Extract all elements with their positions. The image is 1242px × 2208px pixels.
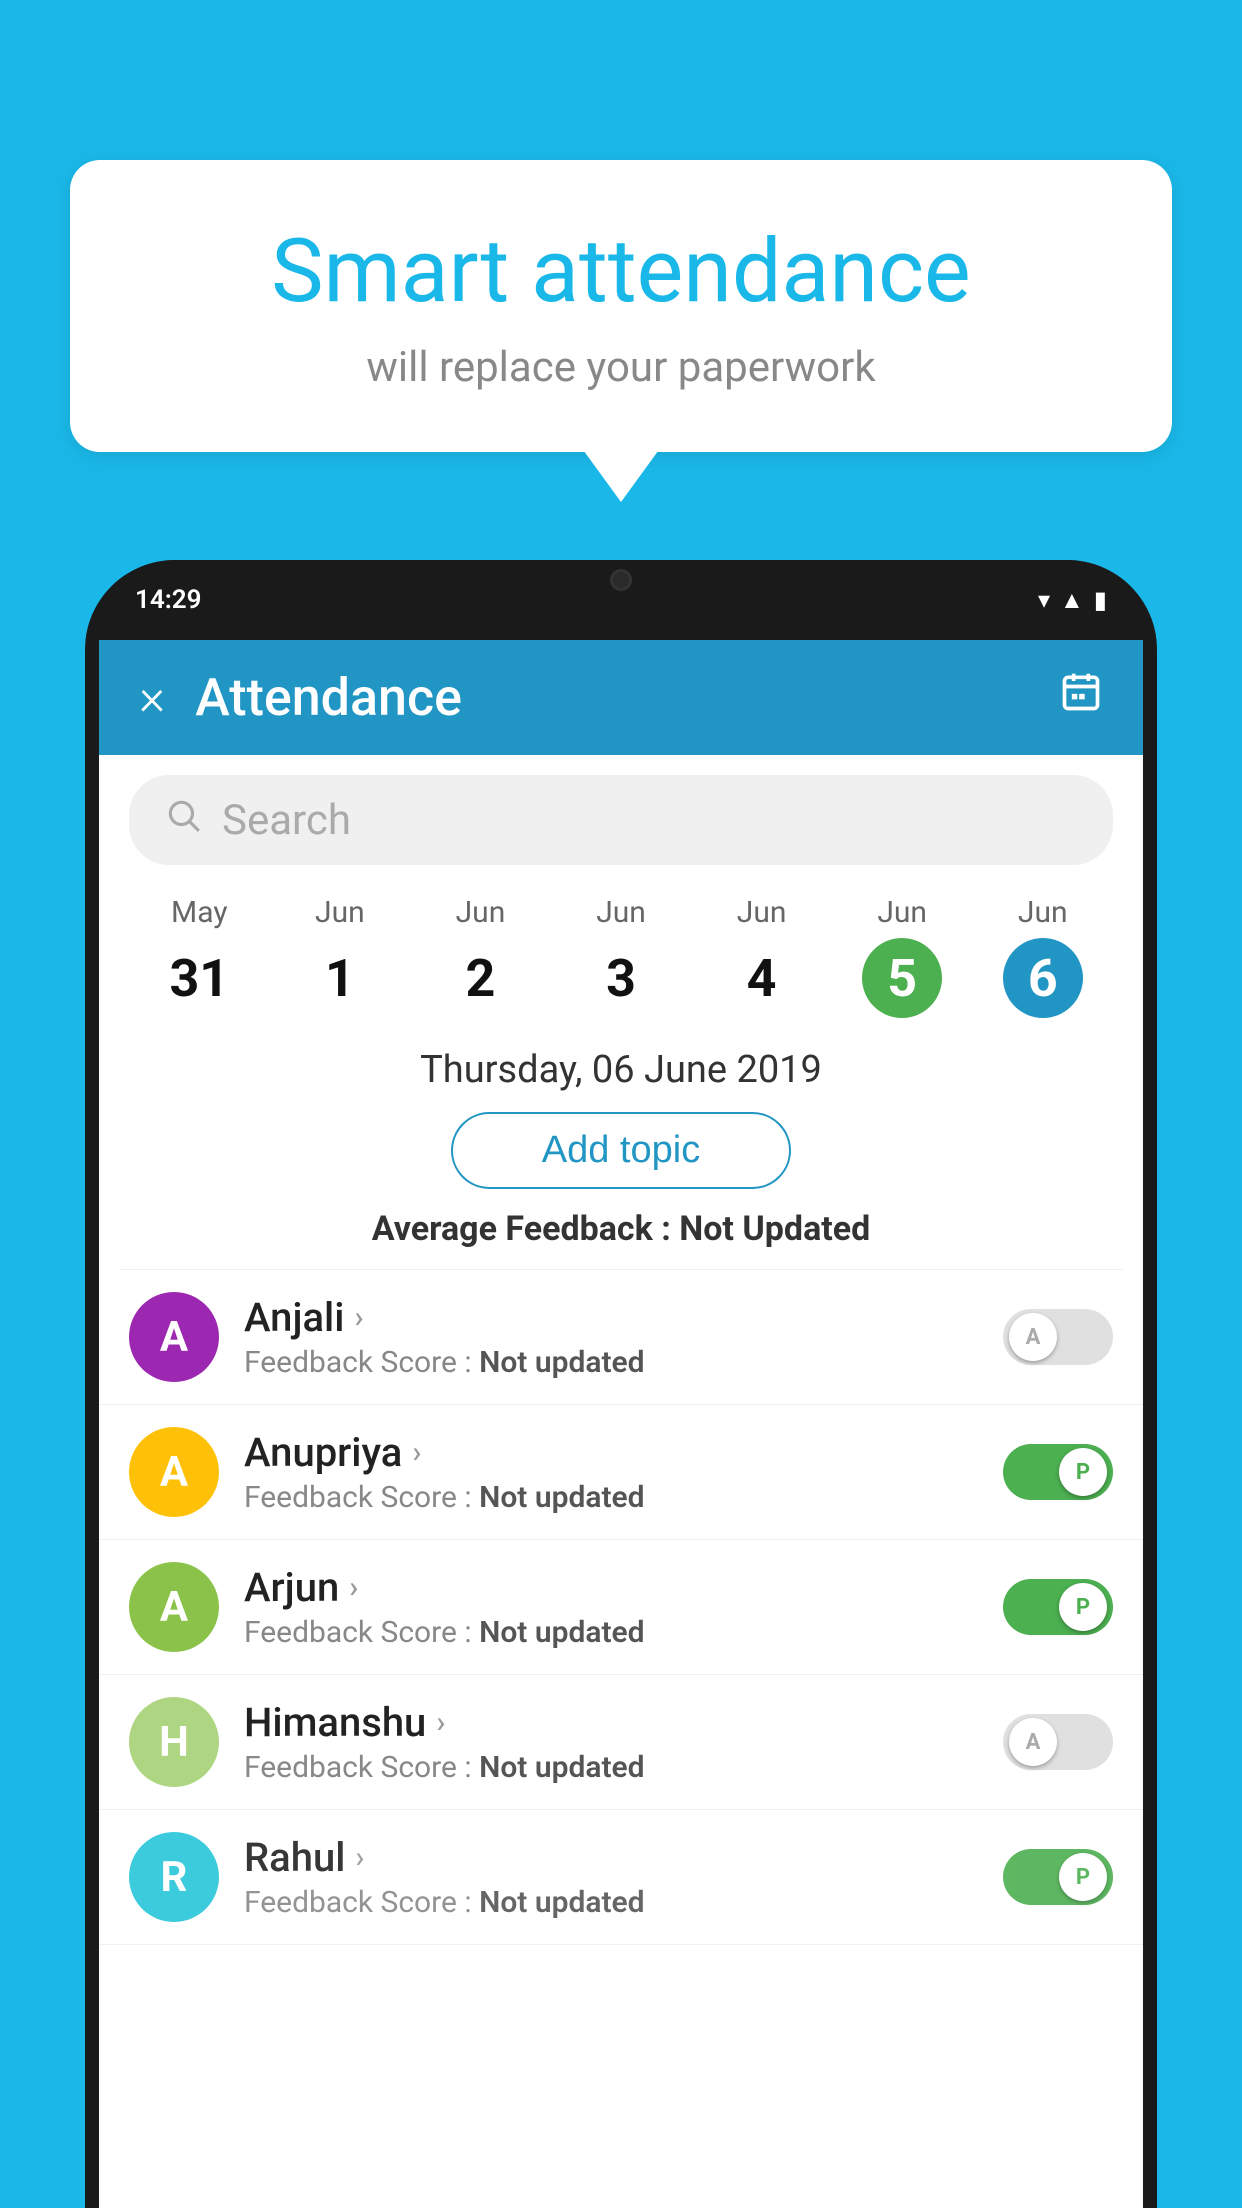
student-name-himanshu: Himanshu › [244,1699,978,1746]
calendar-day-6[interactable]: Jun 6 [972,895,1113,1018]
student-item-anjali[interactable]: A Anjali › Feedback Score : Not updated … [99,1270,1143,1405]
phone-frame: 14:29 ▾ ▲ ▮ × Attendance [85,560,1157,2208]
avg-feedback-value: Not Updated [679,1209,870,1249]
student-list: A Anjali › Feedback Score : Not updated … [99,1270,1143,1945]
cal-date-1: 1 [300,938,380,1018]
app-header: × Attendance [99,640,1143,755]
chevron-icon: › [436,1705,445,1740]
cal-date-0: 31 [159,938,239,1018]
student-name-anjali: Anjali › [244,1294,978,1341]
chevron-icon: › [412,1435,421,1470]
student-name-anupriya: Anupriya › [244,1429,978,1476]
phone-notch [551,560,691,600]
student-feedback-anjali: Feedback Score : Not updated [244,1345,978,1380]
search-bar[interactable]: Search [129,775,1113,865]
student-item-rahul[interactable]: R Rahul › Feedback Score : Not updated P [99,1810,1143,1945]
student-name-arjun: Arjun › [244,1564,978,1611]
calendar-day-5[interactable]: Jun 5 [832,895,973,1018]
attendance-toggle-anjali[interactable]: A [1003,1309,1113,1365]
chevron-icon: › [354,1300,363,1335]
toggle-knob-rahul: P [1059,1853,1107,1901]
selected-date-label: Thursday, 06 June 2019 [99,1048,1143,1092]
speech-bubble-subtitle: will replace your paperwork [150,343,1092,392]
calendar-day-2[interactable]: Jun 2 [410,895,551,1018]
avatar-himanshu: H [129,1697,219,1787]
student-info-rahul: Rahul › Feedback Score : Not updated [244,1834,978,1920]
avatar-anupriya: A [129,1427,219,1517]
status-icons: ▾ ▲ ▮ [1038,586,1107,615]
speech-bubble-title: Smart attendance [150,220,1092,323]
attendance-toggle-rahul[interactable]: P [1003,1849,1113,1905]
calendar-day-3[interactable]: Jun 3 [551,895,692,1018]
signal-icon: ▲ [1060,586,1084,615]
cal-month-0: May [129,895,270,930]
cal-date-6: 6 [1003,938,1083,1018]
student-feedback-himanshu: Feedback Score : Not updated [244,1750,978,1785]
cal-month-1: Jun [270,895,411,930]
avg-feedback-label: Average Feedback : [372,1209,671,1249]
avatar-rahul: R [129,1832,219,1922]
status-time: 14:29 [135,585,202,615]
attendance-toggle-anupriya[interactable]: P [1003,1444,1113,1500]
calendar-day-0[interactable]: May 31 [129,895,270,1018]
student-item-himanshu[interactable]: H Himanshu › Feedback Score : Not update… [99,1675,1143,1810]
avg-feedback: Average Feedback : Not Updated [99,1209,1143,1249]
calendar-icon[interactable] [1059,670,1103,725]
student-feedback-arjun: Feedback Score : Not updated [244,1615,978,1650]
avatar-arjun: A [129,1562,219,1652]
toggle-knob-himanshu: A [1009,1718,1057,1766]
student-info-anupriya: Anupriya › Feedback Score : Not updated [244,1429,978,1515]
attendance-toggle-arjun[interactable]: P [1003,1579,1113,1635]
cal-month-4: Jun [691,895,832,930]
wifi-icon: ▾ [1038,586,1050,614]
student-item-arjun[interactable]: A Arjun › Feedback Score : Not updated P [99,1540,1143,1675]
speech-bubble-container: Smart attendance will replace your paper… [70,160,1172,452]
cal-date-3: 3 [581,938,661,1018]
student-info-anjali: Anjali › Feedback Score : Not updated [244,1294,978,1380]
search-icon [164,796,202,844]
cal-date-5: 5 [862,938,942,1018]
cal-date-4: 4 [722,938,802,1018]
phone-screen: × Attendance Search [99,640,1143,2208]
toggle-knob-anupriya: P [1059,1448,1107,1496]
chevron-icon: › [355,1840,364,1875]
student-feedback-anupriya: Feedback Score : Not updated [244,1480,978,1515]
calendar-strip: May 31 Jun 1 Jun 2 Jun 3 Jun 4 Jun 5 [99,885,1143,1038]
student-info-himanshu: Himanshu › Feedback Score : Not updated [244,1699,978,1785]
cal-month-5: Jun [832,895,973,930]
battery-icon: ▮ [1094,586,1107,614]
speech-bubble: Smart attendance will replace your paper… [70,160,1172,452]
student-info-arjun: Arjun › Feedback Score : Not updated [244,1564,978,1650]
close-button[interactable]: × [139,669,165,727]
status-bar: 14:29 ▾ ▲ ▮ [85,560,1157,640]
avatar-anjali: A [129,1292,219,1382]
cal-month-6: Jun [972,895,1113,930]
search-placeholder: Search [222,796,351,845]
calendar-day-1[interactable]: Jun 1 [270,895,411,1018]
toggle-knob-arjun: P [1059,1583,1107,1631]
cal-date-2: 2 [440,938,520,1018]
cal-month-2: Jun [410,895,551,930]
student-feedback-rahul: Feedback Score : Not updated [244,1885,978,1920]
app-title: Attendance [195,667,1059,728]
add-topic-button[interactable]: Add topic [451,1112,791,1189]
camera-dot [610,569,632,591]
student-item-anupriya[interactable]: A Anupriya › Feedback Score : Not update… [99,1405,1143,1540]
cal-month-3: Jun [551,895,692,930]
toggle-knob-anjali: A [1009,1313,1057,1361]
calendar-day-4[interactable]: Jun 4 [691,895,832,1018]
attendance-toggle-himanshu[interactable]: A [1003,1714,1113,1770]
chevron-icon: › [349,1570,358,1605]
student-name-rahul: Rahul › [244,1834,978,1881]
